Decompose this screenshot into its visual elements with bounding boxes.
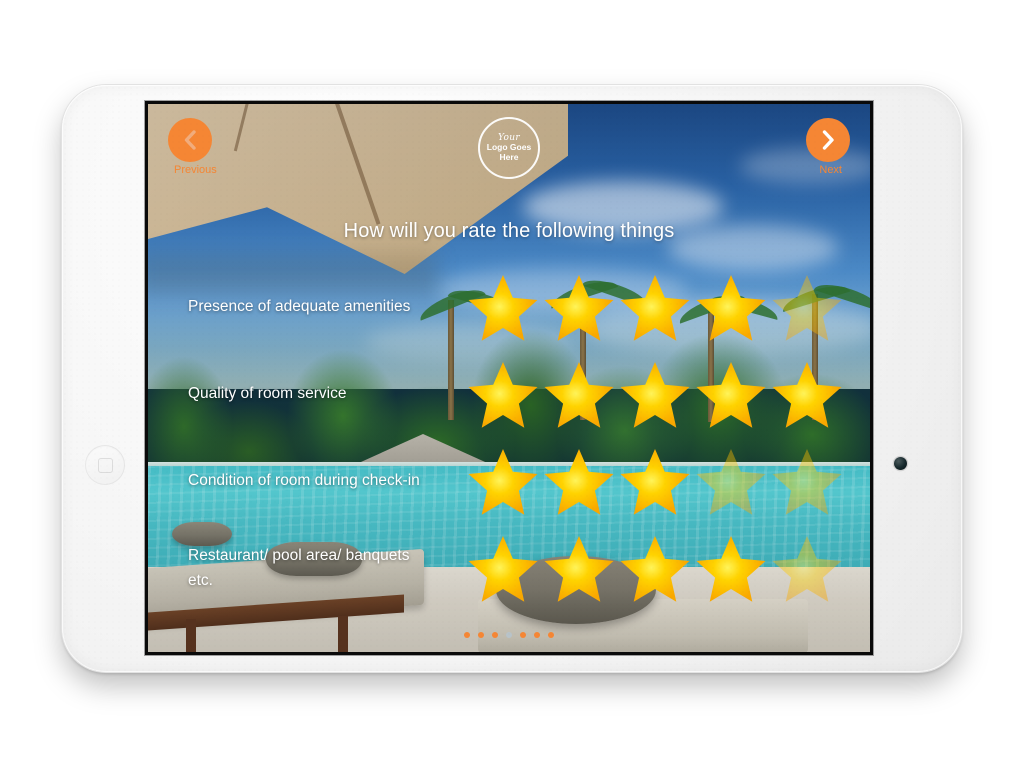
rating-row: Restaurant/ pool area/ banquets etc. xyxy=(148,525,870,612)
star-filled-icon[interactable] xyxy=(694,532,768,606)
star-empty-icon[interactable] xyxy=(770,445,844,519)
pagination-dot[interactable] xyxy=(492,632,498,638)
star-empty-icon[interactable] xyxy=(694,445,768,519)
rating-row: Quality of room service xyxy=(148,351,870,438)
rating-row: Condition of room during check-in xyxy=(148,438,870,525)
tablet-screen: Previous Next Your Logo Goes Here How wi… xyxy=(148,104,870,652)
tablet-device: Previous Next Your Logo Goes Here How wi… xyxy=(62,85,962,672)
pagination-dot[interactable] xyxy=(520,632,526,638)
rating-row-label: Restaurant/ pool area/ banquets etc. xyxy=(188,547,410,589)
star-empty-icon[interactable] xyxy=(770,271,844,345)
star-filled-icon[interactable] xyxy=(618,358,692,432)
chevron-right-icon xyxy=(822,130,834,150)
rating-rows: Presence of adequate amenities Quality of… xyxy=(148,264,870,612)
page-title: How will you rate the following things xyxy=(343,220,675,242)
star-rating-group xyxy=(466,358,844,432)
rating-row-label: Presence of adequate amenities xyxy=(188,298,411,316)
star-filled-icon[interactable] xyxy=(542,532,616,606)
logo-placeholder[interactable]: Your Logo Goes Here xyxy=(478,117,540,179)
next-button[interactable] xyxy=(806,118,850,162)
previous-label: Previous xyxy=(174,164,217,176)
star-filled-icon[interactable] xyxy=(542,445,616,519)
star-rating-group xyxy=(466,445,844,519)
chevron-left-icon xyxy=(184,130,196,150)
star-filled-icon[interactable] xyxy=(770,358,844,432)
pagination-dot[interactable] xyxy=(534,632,540,638)
next-label: Next xyxy=(819,164,842,176)
front-camera xyxy=(894,457,907,470)
star-rating-group xyxy=(466,271,844,345)
star-filled-icon[interactable] xyxy=(694,271,768,345)
pagination-dot[interactable] xyxy=(478,632,484,638)
home-button[interactable] xyxy=(85,445,125,485)
pagination-dots xyxy=(148,632,870,638)
star-filled-icon[interactable] xyxy=(466,445,540,519)
rating-row-label: Condition of room during check-in xyxy=(188,472,420,490)
star-filled-icon[interactable] xyxy=(618,271,692,345)
star-empty-icon[interactable] xyxy=(770,532,844,606)
star-filled-icon[interactable] xyxy=(466,358,540,432)
pagination-dot[interactable] xyxy=(548,632,554,638)
star-filled-icon[interactable] xyxy=(466,271,540,345)
logo-line-3: Here xyxy=(499,152,519,163)
pagination-dot-active[interactable] xyxy=(506,632,512,638)
star-filled-icon[interactable] xyxy=(542,271,616,345)
survey-overlay: Previous Next Your Logo Goes Here How wi… xyxy=(148,104,870,652)
home-button-square-icon xyxy=(97,457,113,473)
star-filled-icon[interactable] xyxy=(618,532,692,606)
rating-row-label: Quality of room service xyxy=(188,385,347,403)
previous-button[interactable] xyxy=(168,118,212,162)
star-filled-icon[interactable] xyxy=(466,532,540,606)
star-filled-icon[interactable] xyxy=(618,445,692,519)
rating-row: Presence of adequate amenities xyxy=(148,264,870,351)
star-filled-icon[interactable] xyxy=(694,358,768,432)
star-filled-icon[interactable] xyxy=(542,358,616,432)
star-rating-group xyxy=(466,532,844,606)
pagination-dot[interactable] xyxy=(464,632,470,638)
